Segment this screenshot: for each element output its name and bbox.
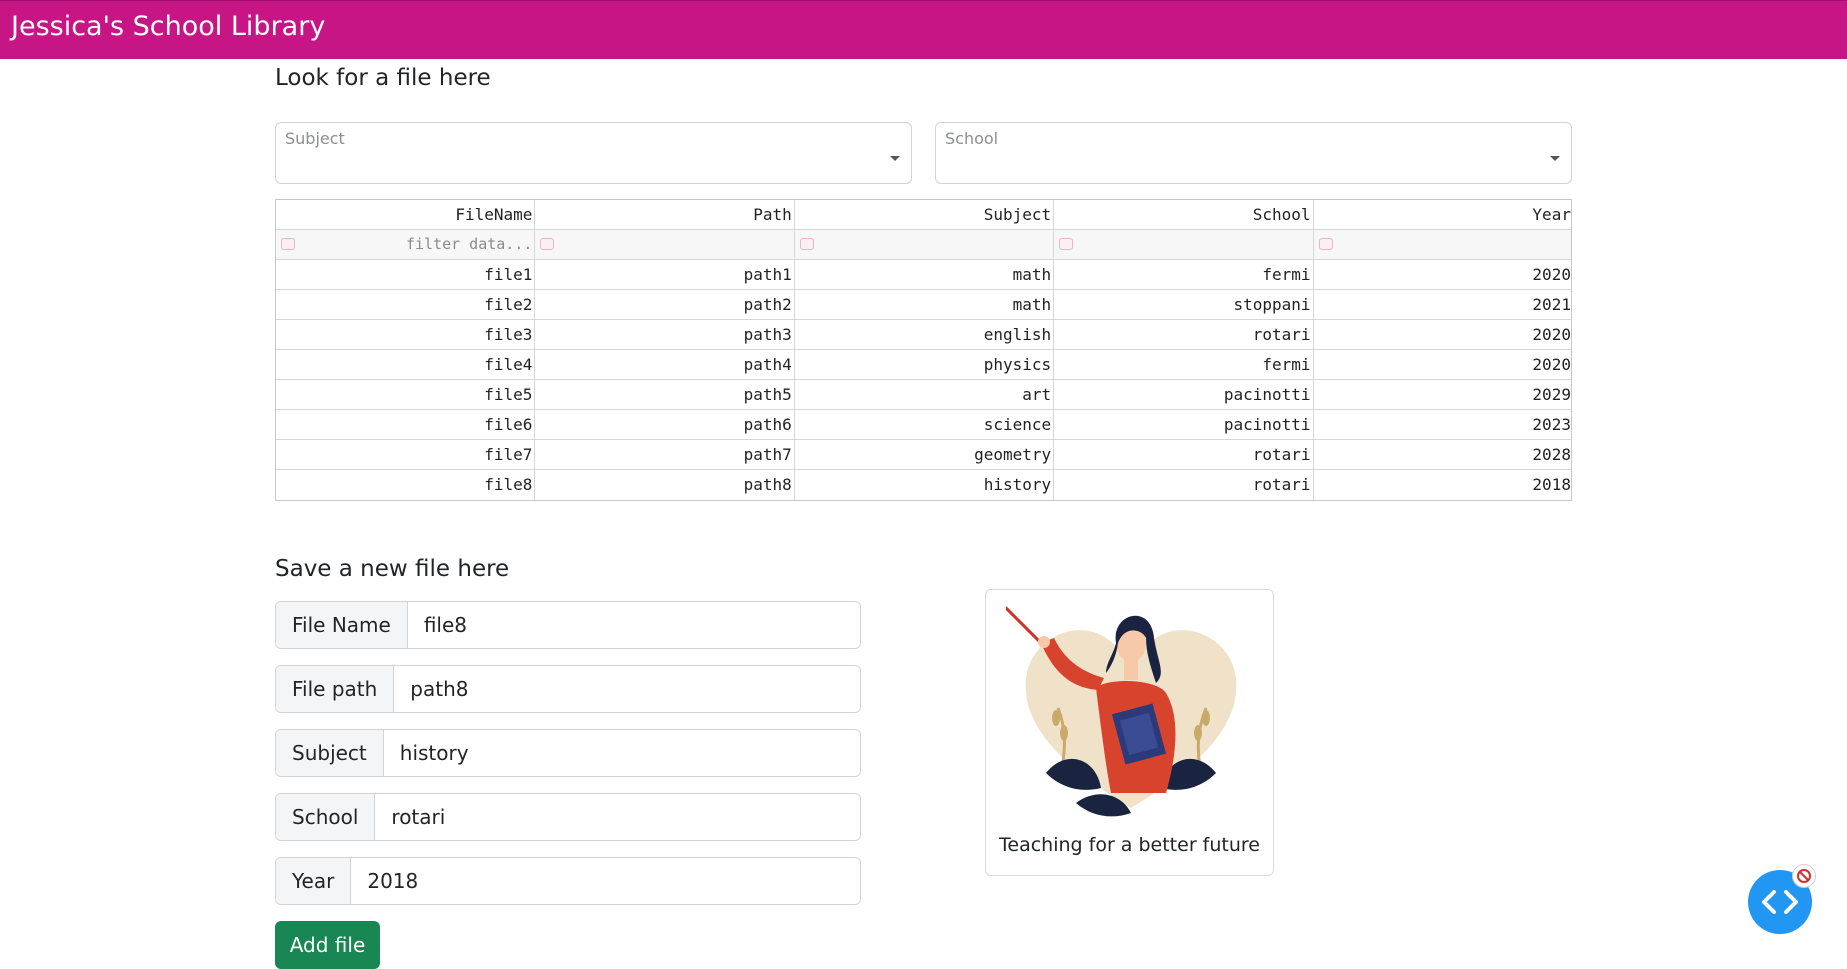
school-input[interactable] [375,794,860,840]
table-cell: pacinotti [1054,380,1314,409]
table-cell: path4 [535,350,795,379]
app-title[interactable]: Jessica's School Library [11,11,325,42]
table-row[interactable]: file7 path7 geometry rotari 2028 [276,440,1571,470]
table-cell: physics [795,350,1055,379]
table-cell: file4 [276,350,536,379]
filter-cell-path[interactable] [535,230,795,259]
column-header-year[interactable]: Year [1314,200,1573,229]
code-icon [1762,890,1798,914]
table-cell: art [795,380,1055,409]
file-name-group: File Name [275,601,861,649]
blocked-badge[interactable] [1792,864,1816,888]
filter-cell-subject[interactable] [795,230,1055,259]
table-cell: file3 [276,320,536,349]
filter-icon[interactable] [1318,238,1333,250]
table-cell: math [795,290,1055,319]
table-row[interactable]: file5 path5 art pacinotti 2029 [276,380,1571,410]
card-caption: Teaching for a better future [999,834,1260,856]
filter-cell-filename[interactable]: filter data... [276,230,536,259]
file-path-group: File path [275,665,861,713]
table-cell: fermi [1054,350,1314,379]
filter-icon[interactable] [540,238,555,250]
column-header-path[interactable]: Path [535,200,795,229]
table-row[interactable]: file4 path4 physics fermi 2020 [276,350,1571,380]
column-header-school[interactable]: School [1054,200,1314,229]
filter-icon[interactable] [1059,238,1074,250]
table-cell: path8 [535,470,795,500]
table-cell: path3 [535,320,795,349]
table-filter-row: filter data... [276,230,1571,260]
subject-label: Subject [276,730,384,776]
year-group: Year [275,857,861,905]
table-cell: file7 [276,440,536,469]
table-cell: stoppani [1054,290,1314,319]
search-section-title: Look for a file here [275,65,491,91]
add-file-button[interactable]: Add file [275,921,380,969]
table-cell: 2021 [1532,295,1571,314]
subject-group: Subject [275,729,861,777]
table-cell: 2020 [1532,325,1571,344]
file-path-label: File path [276,666,395,712]
table-cell: science [795,410,1055,439]
table-cell: 2018 [1532,475,1571,494]
table-row[interactable]: file8 path8 history rotari 2018 [276,470,1571,500]
filter-icon[interactable] [281,238,295,250]
table-cell: path6 [535,410,795,439]
table-header-row: FileName Path Subject School Year [276,200,1571,230]
chevron-down-icon[interactable] [890,156,900,161]
table-cell: path7 [535,440,795,469]
table-cell: file6 [276,410,536,439]
school-label: School [276,794,376,840]
table-cell: file1 [276,260,536,289]
navbar: Jessica's School Library [0,0,1847,59]
save-section-title: Save a new file here [275,556,510,582]
year-label: Year [276,858,352,904]
table-cell: 2023 [1532,415,1571,434]
chevron-down-icon[interactable] [1550,156,1560,161]
table-cell: rotari [1054,470,1314,500]
files-table: FileName Path Subject School Year filter… [275,199,1572,501]
table-cell: rotari [1054,440,1314,469]
subject-select-label: Subject [285,129,345,148]
table-cell: path2 [535,290,795,319]
table-row[interactable]: file1 path1 math fermi 2020 [276,260,1571,290]
filter-cell-school[interactable] [1054,230,1314,259]
file-name-input[interactable] [407,602,860,648]
column-header-subject[interactable]: Subject [795,200,1055,229]
table-cell: 2020 [1532,355,1571,374]
table-cell: path5 [535,380,795,409]
table-row[interactable]: file2 path2 math stoppani 2021 [276,290,1571,320]
teacher-card: Teaching for a better future [985,589,1274,876]
table-cell: file8 [276,470,536,500]
file-path-input[interactable] [394,666,860,712]
table-cell: english [795,320,1055,349]
school-select-label: School [945,129,999,148]
file-name-label: File Name [276,602,408,648]
filter-cell-year[interactable] [1314,230,1573,259]
table-cell: fermi [1054,260,1314,289]
school-select[interactable]: School [935,122,1572,184]
table-cell: math [795,260,1055,289]
table-cell: history [795,470,1055,500]
blocked-icon [1797,869,1811,883]
table-cell: file5 [276,380,536,409]
year-input[interactable] [351,858,860,904]
subject-input[interactable] [383,730,860,776]
subject-select[interactable]: Subject [275,122,912,184]
teacher-illustration [1006,605,1237,817]
school-group: School [275,793,861,841]
filter-icon[interactable] [799,238,814,250]
table-row[interactable]: file6 path6 science pacinotti 2023 [276,410,1571,440]
table-cell: 2028 [1532,445,1571,464]
column-header-filename[interactable]: FileName [276,200,536,229]
table-cell: 2020 [1532,265,1571,284]
table-cell: rotari [1054,320,1314,349]
table-cell: 2029 [1532,385,1571,404]
table-cell: file2 [276,290,536,319]
table-cell: pacinotti [1054,410,1314,439]
table-cell: path1 [535,260,795,289]
table-cell: geometry [795,440,1055,469]
table-row[interactable]: file3 path3 english rotari 2020 [276,320,1571,350]
filter-placeholder: filter data... [405,235,533,253]
